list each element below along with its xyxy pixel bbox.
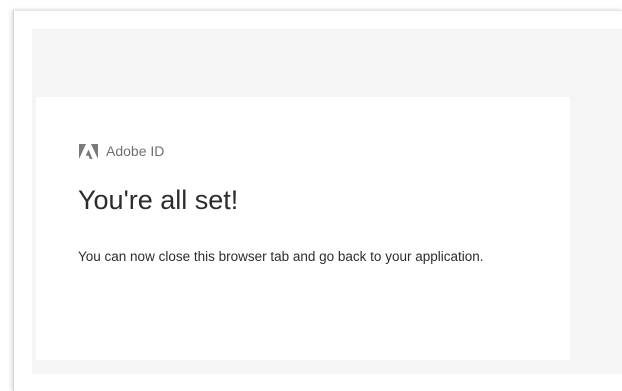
brand-name: Adobe ID	[106, 143, 165, 159]
page-title: You're all set!	[78, 185, 239, 215]
brand-header: Adobe ID	[79, 142, 164, 160]
confirmation-message: You can now close this browser tab and g…	[78, 249, 484, 264]
browser-window: Adobe ID You're all set! You can now clo…	[13, 10, 622, 391]
page-background: Adobe ID You're all set! You can now clo…	[32, 29, 622, 374]
adobe-logo-icon	[79, 143, 98, 159]
confirmation-card: Adobe ID You're all set! You can now clo…	[36, 97, 570, 360]
